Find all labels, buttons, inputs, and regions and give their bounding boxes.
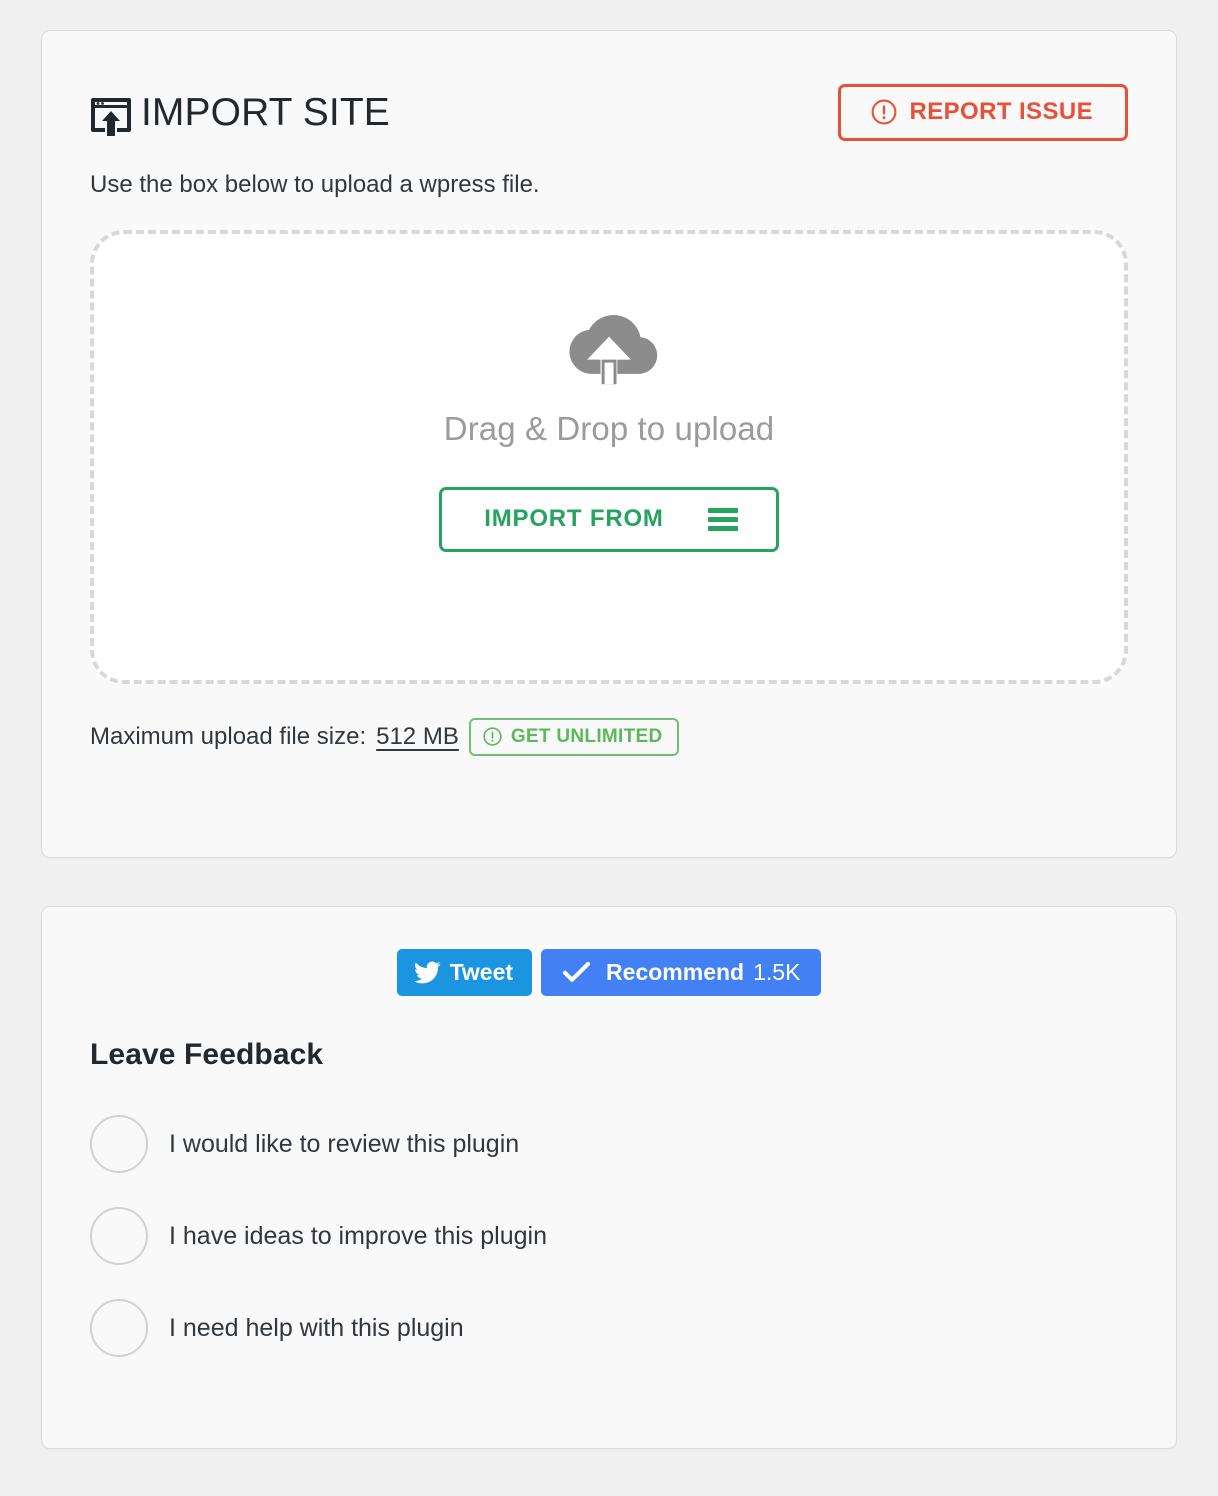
tweet-button[interactable]: Tweet	[396, 949, 533, 996]
recommend-count: 1.5K	[753, 958, 801, 985]
feedback-title: Leave Feedback	[90, 1038, 324, 1071]
max-upload-label: Maximum upload file size:	[90, 723, 367, 751]
radio-button[interactable]	[90, 1299, 148, 1357]
twitter-bird-icon	[413, 961, 441, 984]
page-title: IMPORT SITE	[141, 90, 390, 134]
recommend-button[interactable]: Recommend 1.5K	[541, 949, 822, 996]
feedback-option-label: I would like to review this plugin	[169, 1129, 520, 1158]
feedback-panel: Tweet Recommend 1.5K Leave Feedback I wo…	[41, 906, 1177, 1449]
feedback-option-improve[interactable]: I have ideas to improve this plugin	[90, 1190, 1128, 1282]
import-site-panel: IMPORT SITE REPORT ISSUE Use the box bel…	[41, 30, 1177, 858]
feedback-option-review[interactable]: I would like to review this plugin	[90, 1098, 1128, 1190]
import-site-icon	[90, 92, 132, 136]
radio-button[interactable]	[90, 1207, 148, 1265]
page-root: IMPORT SITE REPORT ISSUE Use the box bel…	[0, 0, 1218, 1496]
max-upload-value: 512 MB	[376, 723, 459, 751]
feedback-option-help[interactable]: I need help with this plugin	[90, 1282, 1128, 1374]
feedback-option-label: I need help with this plugin	[169, 1313, 464, 1342]
feedback-options-list: I would like to review this plugin I hav…	[90, 1098, 1128, 1374]
import-from-button[interactable]: IMPORT FROM	[439, 487, 779, 553]
tweet-label: Tweet	[449, 958, 514, 985]
recommend-label: Recommend	[606, 958, 745, 985]
cloud-upload-icon	[555, 306, 663, 390]
import-panel-header: IMPORT SITE REPORT ISSUE	[90, 83, 1128, 141]
page-title-group: IMPORT SITE	[90, 90, 390, 136]
get-unlimited-button[interactable]: GET UNLIMITED	[468, 718, 679, 757]
hamburger-menu-icon	[707, 507, 738, 531]
exclamation-circle-icon	[871, 99, 897, 125]
check-icon	[562, 960, 591, 984]
report-issue-label: REPORT ISSUE	[909, 97, 1093, 125]
radio-button[interactable]	[90, 1115, 148, 1173]
social-share-row: Tweet Recommend 1.5K	[90, 949, 1128, 996]
import-subtitle: Use the box below to upload a wpress fil…	[90, 171, 540, 198]
feedback-option-label: I have ideas to improve this plugin	[169, 1221, 547, 1250]
upload-dropzone[interactable]: Drag & Drop to upload IMPORT FROM	[90, 230, 1128, 685]
dropzone-text: Drag & Drop to upload	[443, 410, 775, 448]
get-unlimited-label: GET UNLIMITED	[510, 726, 663, 748]
report-issue-button[interactable]: REPORT ISSUE	[837, 83, 1128, 141]
max-upload-size-row: Maximum upload file size: 512 MB GET UNL…	[90, 718, 1128, 757]
exclamation-circle-icon	[483, 727, 502, 746]
import-from-label: IMPORT FROM	[484, 505, 664, 533]
